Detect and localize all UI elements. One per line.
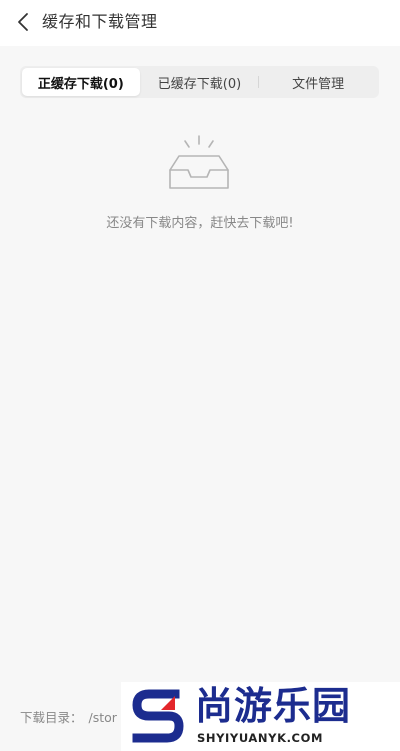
- tab-bar: 正缓存下载(0) 已缓存下载(0) 文件管理: [20, 66, 379, 98]
- chevron-left-icon: [18, 13, 28, 31]
- tab-file-management[interactable]: 文件管理: [259, 68, 377, 96]
- app-header: 缓存和下载管理: [0, 0, 400, 46]
- watermark-title: 尚游乐园: [195, 684, 352, 728]
- screen: 缓存和下载管理 正缓存下载(0) 已缓存下载(0) 文件管理 还没有下载内容，赶…: [0, 0, 400, 751]
- tab-downloaded[interactable]: 已缓存下载(0): [141, 68, 259, 96]
- watermark: 尚游乐园 SHYIYUANYK.COM: [121, 682, 400, 751]
- site-logo-icon: [132, 689, 184, 743]
- back-button[interactable]: [10, 9, 36, 35]
- page-title: 缓存和下载管理: [42, 12, 158, 31]
- download-path-label: 下载目录：: [20, 710, 83, 725]
- download-path: 下载目录： /stor: [20, 708, 117, 728]
- watermark-domain: SHYIYUANYK.COM: [197, 731, 324, 745]
- empty-message: 还没有下载内容，赶快去下载吧!: [106, 216, 294, 231]
- download-path-value: /stor: [88, 710, 117, 725]
- empty-inbox-icon: [169, 135, 229, 189]
- tab-downloading[interactable]: 正缓存下载(0): [22, 68, 140, 96]
